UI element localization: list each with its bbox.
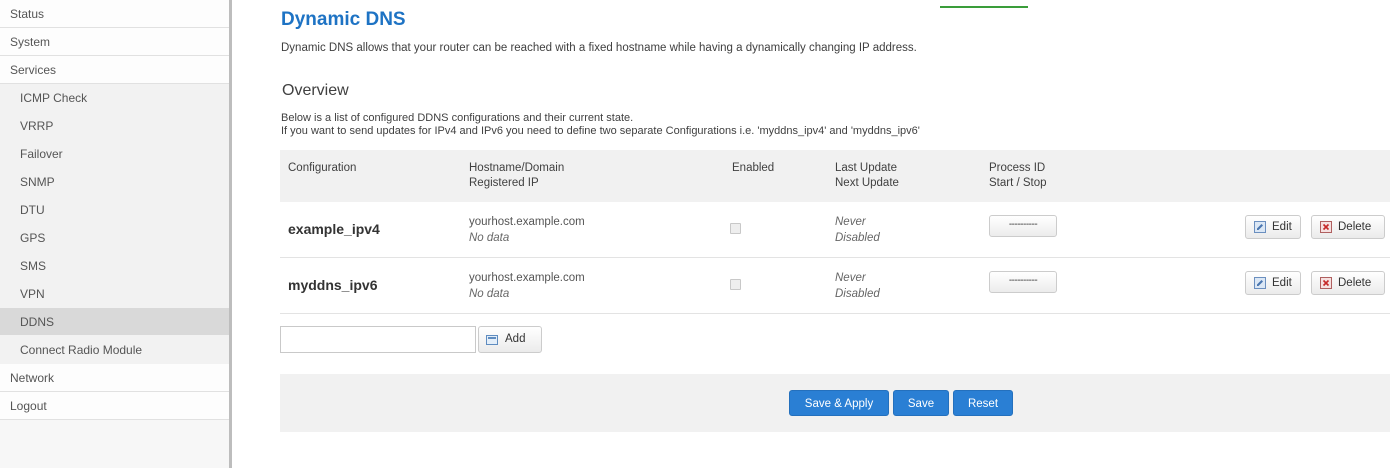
header-enabled: Enabled	[732, 162, 775, 174]
table-row: example_ipv4 yourhost.example.com No dat…	[280, 202, 1390, 258]
overview-description-1: Below is a list of configured DDNS confi…	[281, 112, 634, 124]
next-update-value: Disabled	[835, 232, 880, 244]
sidebar-item-network[interactable]: Network	[0, 364, 229, 392]
last-update-value: Never	[835, 272, 866, 284]
sidebar-item-failover[interactable]: Failover	[0, 140, 229, 168]
header-last-update: Last Update	[835, 162, 898, 174]
registered-ip-value: No data	[469, 288, 510, 300]
sidebar-item-gps[interactable]: GPS	[0, 224, 229, 252]
page-description: Dynamic DNS allows that your router can …	[281, 42, 917, 54]
page-title: Dynamic DNS	[281, 9, 406, 30]
delete-icon	[1320, 277, 1332, 289]
add-icon	[486, 335, 498, 345]
header-process-id: Process ID	[989, 162, 1046, 174]
delete-label: Delete	[1338, 221, 1372, 233]
delete-label: Delete	[1338, 277, 1372, 289]
table-header: Configuration Hostname/Domain Registered…	[280, 150, 1390, 202]
add-label: Add	[505, 333, 526, 345]
footer-actions: Save & Apply Save Reset	[280, 374, 1390, 432]
header-configuration: Configuration	[288, 162, 357, 174]
last-update-value: Never	[835, 216, 866, 228]
start-stop-button[interactable]: ----------	[989, 215, 1057, 237]
hostname-cell: yourhost.example.com No data	[469, 270, 585, 302]
config-name: myddns_ipv6	[288, 277, 378, 293]
save-apply-button[interactable]: Save & Apply	[789, 390, 889, 416]
sidebar-item-dtu[interactable]: DTU	[0, 196, 229, 224]
sidebar-item-vpn[interactable]: VPN	[0, 280, 229, 308]
edit-button[interactable]: Edit	[1245, 215, 1301, 239]
new-config-input[interactable]	[280, 326, 476, 353]
delete-button[interactable]: Delete	[1311, 215, 1385, 239]
overview-title: Overview	[282, 82, 349, 99]
sidebar-item-ddns[interactable]: DDNS	[0, 308, 229, 336]
sidebar-item-sms[interactable]: SMS	[0, 252, 229, 280]
header-hostname-domain: Hostname/Domain	[469, 162, 565, 174]
save-button[interactable]: Save	[893, 390, 949, 416]
delete-icon	[1320, 221, 1332, 233]
edit-icon	[1254, 277, 1266, 289]
sidebar-item-system[interactable]: System	[0, 28, 229, 56]
header-hostname: Hostname/Domain Registered IP	[469, 161, 564, 191]
table-row: myddns_ipv6 yourhost.example.com No data…	[280, 258, 1390, 314]
sidebar-item-services[interactable]: Services	[0, 56, 229, 84]
hostname-value: yourhost.example.com	[469, 272, 585, 284]
edit-label: Edit	[1272, 277, 1292, 289]
edit-label: Edit	[1272, 221, 1292, 233]
update-cell: Never Disabled	[835, 214, 880, 246]
header-next-update: Next Update	[835, 177, 899, 189]
hostname-value: yourhost.example.com	[469, 216, 585, 228]
delete-button[interactable]: Delete	[1311, 271, 1385, 295]
sidebar: Status System Services ICMP Check VRRP F…	[0, 0, 232, 468]
config-name: example_ipv4	[288, 221, 380, 237]
tab-indicator	[940, 6, 1028, 8]
registered-ip-value: No data	[469, 232, 510, 244]
header-start-stop: Start / Stop	[989, 177, 1047, 189]
overview-description-2: If you want to send updates for IPv4 and…	[281, 125, 920, 137]
sidebar-item-status[interactable]: Status	[0, 0, 229, 28]
header-updates: Last Update Next Update	[835, 161, 899, 191]
ddns-table: Configuration Hostname/Domain Registered…	[280, 150, 1390, 314]
reset-button[interactable]: Reset	[953, 390, 1013, 416]
edit-icon	[1254, 221, 1266, 233]
header-registered-ip: Registered IP	[469, 177, 539, 189]
next-update-value: Disabled	[835, 288, 880, 300]
sidebar-item-connect-radio-module[interactable]: Connect Radio Module	[0, 336, 229, 364]
enabled-checkbox[interactable]	[730, 279, 741, 290]
header-process: Process ID Start / Stop	[989, 161, 1047, 191]
sidebar-item-vrrp[interactable]: VRRP	[0, 112, 229, 140]
hostname-cell: yourhost.example.com No data	[469, 214, 585, 246]
enabled-checkbox[interactable]	[730, 223, 741, 234]
update-cell: Never Disabled	[835, 270, 880, 302]
sidebar-item-snmp[interactable]: SNMP	[0, 168, 229, 196]
start-stop-button[interactable]: ----------	[989, 271, 1057, 293]
add-button[interactable]: Add	[478, 326, 542, 353]
edit-button[interactable]: Edit	[1245, 271, 1301, 295]
sidebar-item-logout[interactable]: Logout	[0, 392, 229, 420]
sidebar-item-icmp-check[interactable]: ICMP Check	[0, 84, 229, 112]
